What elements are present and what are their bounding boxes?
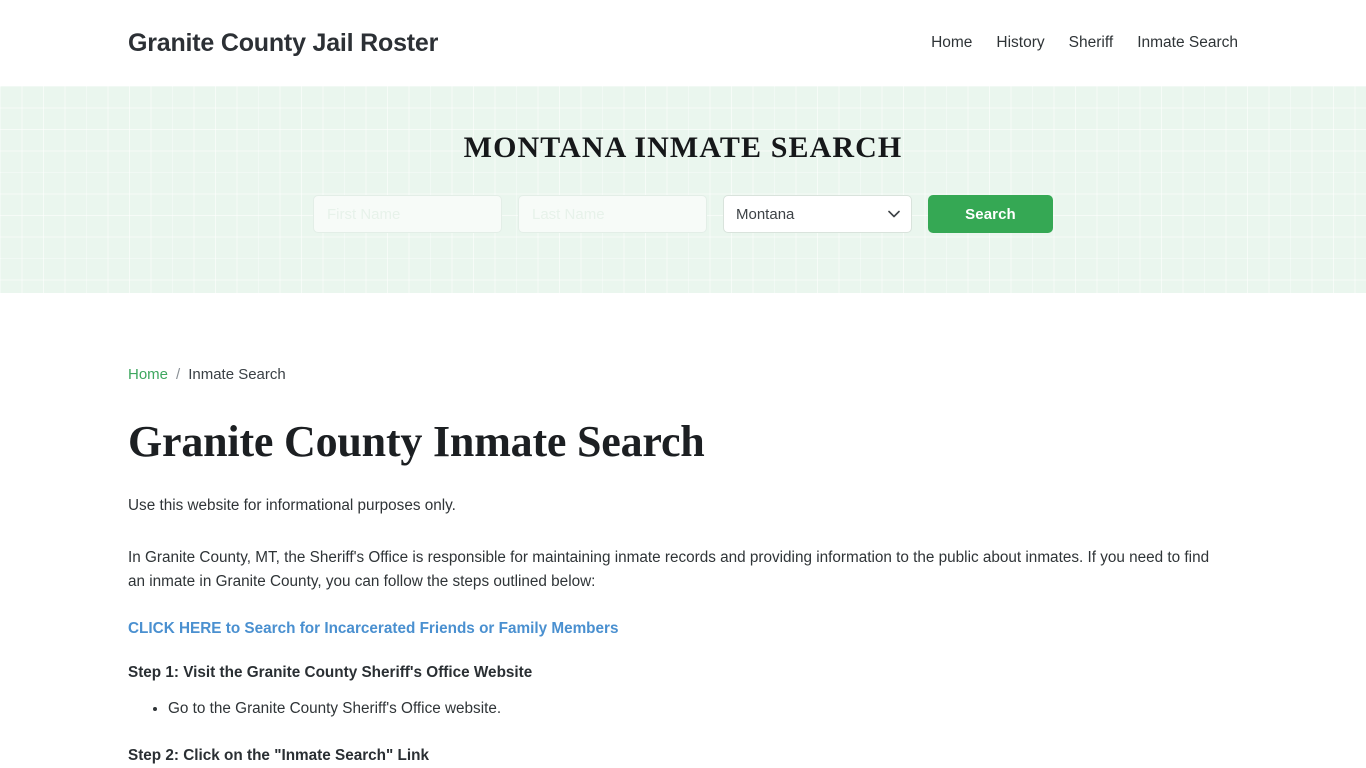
hero-title: MONTANA INMATE SEARCH [463,131,903,164]
last-name-input[interactable] [518,195,707,233]
state-select-wrapper: Montana [723,195,912,233]
cta-search-link[interactable]: CLICK HERE to Search for Incarcerated Fr… [128,594,619,636]
state-select[interactable]: Montana [723,195,912,233]
step-2-heading: Step 2: Click on the "Inmate Search" Lin… [128,746,429,764]
breadcrumb: Home / Inmate Search [128,293,1238,382]
nav-item-sheriff[interactable]: Sheriff [1069,35,1114,51]
hero-search-section: MONTANA INMATE SEARCH Montana Search [0,86,1366,293]
intro-paragraph: Use this website for informational purpo… [128,496,456,514]
search-button[interactable]: Search [928,195,1053,233]
nav-item-history[interactable]: History [996,35,1044,51]
description-paragraph: In Granite County, MT, the Sheriff's Off… [128,548,1210,590]
nav-item-home[interactable]: Home [931,35,972,51]
main-navigation: Home History Sheriff Inmate Search [931,35,1238,51]
step-1-list: Go to the Granite County Sheriff's Offic… [128,680,1238,721]
nav-item-inmate-search[interactable]: Inmate Search [1137,35,1238,51]
main-content: Home / Inmate Search Granite County Inma… [0,293,1366,763]
breadcrumb-separator: / [176,366,181,383]
breadcrumb-item-home[interactable]: Home [128,367,168,382]
site-header: Granite County Jail Roster Home History … [0,0,1366,86]
inmate-search-form: Montana Search [313,195,1053,233]
step-1-heading: Step 1: Visit the Granite County Sheriff… [128,663,533,681]
site-brand[interactable]: Granite County Jail Roster [128,29,438,58]
first-name-input[interactable] [313,195,502,233]
page-title: Granite County Inmate Search [128,417,705,466]
list-item: Go to the Granite County Sheriff's Offic… [168,697,1238,721]
breadcrumb-item-current: Inmate Search [188,366,286,383]
